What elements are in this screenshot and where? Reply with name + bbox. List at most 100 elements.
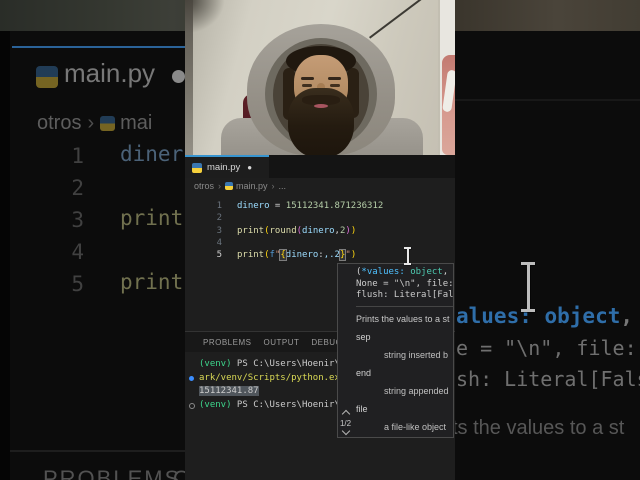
token: PS C:\Users\Hoenir\ xyxy=(231,400,340,411)
panel-tab-output[interactable]: OUTPUT xyxy=(263,338,299,347)
token: ,.2 xyxy=(323,250,340,261)
token: , s xyxy=(442,267,449,277)
token: (venv) xyxy=(199,400,232,411)
line-number: 1 xyxy=(216,201,222,211)
backdrop-line-number: 2 xyxy=(71,176,84,200)
token: ) xyxy=(350,225,357,236)
code-line[interactable]: 1 dinero = 15112341.871236312 xyxy=(185,200,455,212)
token: round xyxy=(269,225,297,236)
code-line[interactable]: 2 xyxy=(185,212,455,224)
token: dinero xyxy=(285,250,319,261)
backdrop-breadcrumb-folder: otros xyxy=(37,112,82,134)
backdrop-hint-line: sh: Literal[Fals xyxy=(456,367,640,391)
hint-signature: (*values: object, sNone = "\n", file:flu… xyxy=(356,267,453,302)
backdrop-divider xyxy=(455,99,640,101)
signature-line: (*values: object, s xyxy=(356,267,453,279)
code-text: print(f"{dinero:,.2}") xyxy=(237,249,357,262)
tab-main-py[interactable]: main.py ● xyxy=(185,155,269,178)
token: 15112341.87 xyxy=(199,386,259,397)
cable-line xyxy=(369,0,423,39)
token: (venv) xyxy=(199,359,232,369)
token: dinero xyxy=(302,225,335,236)
chevron-right-icon: › xyxy=(87,112,95,134)
chevron-up-icon[interactable] xyxy=(341,409,350,419)
breadcrumb: otros › main.py › ... xyxy=(185,178,455,194)
code-line[interactable]: 5 print(f"{dinero:,.2}") xyxy=(185,249,455,262)
token: 15112341.871236312 xyxy=(285,201,384,211)
command-pending-icon[interactable] xyxy=(189,403,195,410)
hint-pager: 1/2 xyxy=(338,409,353,436)
backdrop-code-line: print xyxy=(120,206,184,230)
modified-dot-icon xyxy=(172,70,185,83)
backdrop-line-number: 3 xyxy=(71,208,84,232)
python-icon xyxy=(100,116,116,131)
backdrop-panel-divider xyxy=(10,450,185,452)
token: PS C:\Users\Hoenir\ xyxy=(231,359,340,369)
terminal-text: (venv) PS C:\Users\Hoenir\ xyxy=(199,400,340,410)
signature-line: None = "\n", file: xyxy=(356,279,453,291)
token: ) xyxy=(350,250,357,261)
token: dinero xyxy=(237,201,270,211)
line-number: 2 xyxy=(216,213,222,224)
terminal-text: (venv) PS C:\Users\Hoenir\ xyxy=(199,359,340,369)
terminal-text: ark/venv/Scripts/python.ex xyxy=(199,373,340,383)
hint-param-desc: string appended xyxy=(384,385,449,396)
line-number: 4 xyxy=(216,237,222,248)
chevron-down-icon[interactable] xyxy=(341,426,350,436)
hint-param-desc: a file-like object xyxy=(384,421,447,432)
chevron-right-icon: › xyxy=(271,181,275,191)
person-eyebrow xyxy=(328,77,341,80)
person-lip xyxy=(314,104,328,108)
webcam-left-shadow xyxy=(185,0,193,155)
panel-tab-problems[interactable]: PROBLEMS xyxy=(203,338,251,347)
breadcrumb-tail[interactable]: ... xyxy=(279,181,287,191)
person-eye xyxy=(330,84,340,87)
command-decoration-icon[interactable] xyxy=(189,375,194,381)
tab-bar: main.py ● xyxy=(185,155,455,178)
vscode-window: main.py ● otros › main.py › ... 1 dinero … xyxy=(185,155,455,480)
code-line[interactable]: 3 print(round(dinero,2)) xyxy=(185,225,455,237)
token: flush: Literal[Fals xyxy=(356,290,453,300)
breadcrumb-file[interactable]: main.py xyxy=(236,181,268,191)
python-icon xyxy=(36,66,58,88)
screenshot-stage: main.py otros › mai 12345 diner print prin… xyxy=(0,0,640,480)
token: ark/venv/Scripts/python.ex xyxy=(199,372,340,383)
line-number: 5 xyxy=(216,250,222,261)
token: *values: xyxy=(361,267,405,277)
modified-dot-icon[interactable]: ● xyxy=(247,163,252,172)
token: = xyxy=(269,201,286,211)
code-text: print(round(dinero,2)) xyxy=(237,225,356,237)
hint-params: sep string inserted b end string appended fi… xyxy=(356,331,453,438)
code-text: dinero = 15112341.871236312 xyxy=(237,200,383,212)
hint-param-name: sep xyxy=(356,331,371,342)
backdrop-hint-line: alues: object, s xyxy=(456,304,640,328)
hint-description: Prints the values to a st xyxy=(356,313,450,324)
mouse-text-cursor-icon xyxy=(404,247,411,265)
token: print xyxy=(237,225,265,236)
backdrop-hint-text: , s xyxy=(620,304,640,328)
person-eye xyxy=(302,84,312,87)
backdrop-hint-text: alues: object xyxy=(456,304,621,328)
code-line[interactable]: 4 xyxy=(185,237,455,249)
hint-divider xyxy=(356,305,453,307)
hint-param-name: end xyxy=(356,367,372,378)
signature-line: flush: Literal[Fals xyxy=(356,290,453,302)
backdrop-hint-line: ts the values to a st xyxy=(452,417,625,439)
breadcrumb-folder[interactable]: otros xyxy=(194,181,214,191)
terminal-text: 15112341.87 xyxy=(199,386,259,397)
backdrop-code-line: diner xyxy=(120,142,184,166)
token: print xyxy=(237,250,265,261)
backdrop-line-number: 5 xyxy=(71,272,84,296)
backdrop-panel-tab: PROBLEMS xyxy=(43,466,182,480)
parameter-hint-popup: (*values: object, sNone = "\n", file:flu… xyxy=(337,263,454,438)
tab-label: main.py xyxy=(207,162,241,173)
backdrop-line-number: 1 xyxy=(71,144,84,168)
text-cursor-icon xyxy=(521,262,535,312)
hint-param-desc: string inserted b xyxy=(384,349,449,360)
python-icon xyxy=(225,182,234,190)
backdrop-active-tab-border xyxy=(12,46,185,48)
backdrop-hint-line: e = "\n", file: xyxy=(456,336,637,360)
token: object xyxy=(410,267,443,277)
backdrop-breadcrumb-file: mai xyxy=(120,112,153,134)
backdrop-left-edge xyxy=(0,31,10,480)
